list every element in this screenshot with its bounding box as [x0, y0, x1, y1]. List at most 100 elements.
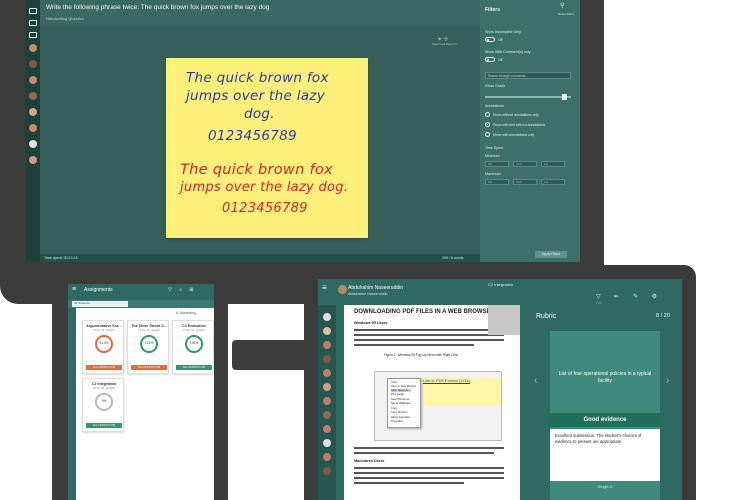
- student-avatar[interactable]: [29, 92, 37, 100]
- due-date-badge: Due 14/03/19 5 PM: [86, 423, 122, 428]
- text-line: [354, 334, 504, 336]
- reset-filters-button[interactable]: Reset filters: [558, 12, 574, 16]
- handwriting-line: jumps over the lazy dog.: [180, 180, 349, 195]
- student-avatar[interactable]: [323, 425, 331, 433]
- assignment-card[interactable]: C2 Evaluation 12 Apr 19 · English 100% D…: [172, 320, 214, 374]
- phone-filter-bar: All Students: [68, 300, 214, 308]
- student-subtitle: Abdulrahim Naseeruddin: [348, 292, 388, 296]
- handwriting-line: 0123456789: [222, 201, 308, 216]
- assignment-card[interactable]: The Silver Sword S... 12 Apr 19 · Englis…: [127, 320, 169, 374]
- max-hours-input[interactable]: h:h: [485, 179, 509, 185]
- menu-item[interactable]: Open in New Window: [391, 385, 416, 388]
- rubric-panel: Rubric 8 / 20 ‹ › List of four operation…: [526, 305, 682, 500]
- handwriting-line: dog.: [244, 106, 275, 122]
- chevron-left-icon[interactable]: ‹: [534, 375, 537, 386]
- phone-screen: ≡ Assignments ▽ ⌕ ⊞ All Students A: Asce…: [68, 284, 214, 500]
- min-seconds-input[interactable]: s:s: [541, 161, 565, 167]
- comments-search-input[interactable]: Search through comments...: [485, 72, 571, 79]
- rubric-level[interactable]: Good evidence: [550, 413, 660, 427]
- show-with-comments-toggle[interactable]: [485, 57, 495, 62]
- student-avatar[interactable]: [29, 108, 37, 116]
- menu-item[interactable]: Save Target As...: [391, 389, 411, 392]
- document-section-heading: Macintosh Users: [354, 459, 385, 463]
- max-minutes-input[interactable]: m:m: [513, 179, 537, 185]
- show-incomplete-label: Show Incomplete Only: [485, 30, 521, 34]
- menu-icon[interactable]: [29, 8, 37, 14]
- phone-device: ≡ Assignments ▽ ⌕ ⊞ All Students A: Asce…: [52, 274, 228, 500]
- due-date-badge: Due 14/03/19 5 PM: [176, 365, 212, 370]
- rubric-page-indicator: 8 / 20: [656, 313, 670, 319]
- student-avatar[interactable]: [323, 355, 331, 363]
- left-navigation-rail: [26, 0, 40, 262]
- handwriting-line: jumps over the lazy: [186, 88, 325, 104]
- question-prompt: Write the following phrase twice: The qu…: [46, 4, 270, 11]
- student-avatar[interactable]: [323, 467, 331, 475]
- menu-item[interactable]: Print Target: [391, 393, 404, 396]
- phone-rail: [68, 308, 76, 500]
- student-avatar[interactable]: [323, 397, 331, 405]
- criterion-description: List of four operational policies in a t…: [558, 371, 652, 384]
- student-avatar[interactable]: [323, 369, 331, 377]
- menu-item[interactable]: Copy Shortcut: [391, 411, 407, 414]
- text-line: [354, 452, 494, 454]
- sort-dropdown[interactable]: A: Ascending: [176, 311, 196, 315]
- hamburger-icon[interactable]: ≡: [72, 286, 76, 293]
- rubric-title: Rubric: [536, 313, 557, 320]
- menu-item[interactable]: Open: [391, 381, 397, 384]
- toggle-state: Off: [498, 58, 503, 62]
- min-minutes-input[interactable]: m:m: [513, 161, 537, 167]
- assignment-card[interactable]: C2 Integration 12 Apr 19 · English 0% Du…: [82, 378, 124, 432]
- menu-item[interactable]: Add to Favorites...: [391, 416, 412, 419]
- maximum-label: Maximum: [485, 172, 501, 176]
- hamburger-icon[interactable]: ≡: [322, 283, 327, 292]
- menu-item[interactable]: Save Picture As...: [391, 398, 411, 401]
- student-avatar[interactable]: [323, 327, 331, 335]
- student-avatar[interactable]: [323, 439, 331, 447]
- question-header: Write the following phrase twice: The qu…: [40, 0, 480, 26]
- student-avatar[interactable]: [29, 124, 37, 132]
- progress-ring: 71.1%: [140, 335, 158, 353]
- filters-title: Filters: [485, 7, 501, 13]
- annotations-radio[interactable]: [485, 132, 490, 137]
- card-subtitle: 12 Apr 19 · English: [93, 329, 115, 332]
- gloss-grade-slider[interactable]: [485, 96, 571, 98]
- figure-caption: Figure 1. Windows 95 Pop-Up Menu with Ri…: [384, 353, 459, 357]
- figure-screenshot: Link to PDF Format (121k) Open Open in N…: [374, 371, 502, 441]
- annotations-radio[interactable]: [485, 122, 490, 127]
- slider-handle[interactable]: [562, 94, 567, 100]
- text-line: [354, 344, 474, 346]
- assignment-card[interactable]: Argumentative Ess... 12 Apr 19 · English…: [82, 320, 124, 374]
- text-line: [354, 482, 464, 484]
- student-avatar[interactable]: [323, 453, 331, 461]
- card-title: C2 Evaluation: [182, 324, 206, 328]
- text-line: [354, 467, 504, 469]
- menu-item[interactable]: Set as Wallpaper: [391, 402, 411, 405]
- filter-icon[interactable]: ⚲: [560, 2, 564, 9]
- text-icon[interactable]: [29, 32, 37, 38]
- menu-item[interactable]: Copy: [391, 407, 397, 410]
- annotations-radio[interactable]: [485, 112, 490, 117]
- menu-item[interactable]: Properties: [391, 420, 403, 423]
- search-icon[interactable]: [323, 313, 331, 321]
- student-avatar[interactable]: [29, 140, 37, 148]
- pdf-link[interactable]: Link to PDF Format (121k): [423, 378, 470, 383]
- show-incomplete-toggle[interactable]: [485, 37, 495, 42]
- student-avatar[interactable]: [29, 156, 37, 164]
- max-seconds-input[interactable]: s:s: [541, 179, 565, 185]
- student-avatar[interactable]: [323, 341, 331, 349]
- student-avatar[interactable]: [29, 44, 37, 52]
- handwriting-line: The quick brown fox: [180, 162, 333, 178]
- student-avatar[interactable]: [323, 411, 331, 419]
- apply-filters-button[interactable]: Apply Filters: [535, 251, 567, 258]
- chevron-right-icon[interactable]: ›: [666, 375, 669, 386]
- toolbar-icons[interactable]: ▽ ⌕ ⊞: [168, 287, 197, 293]
- class-selector[interactable]: All Students: [72, 301, 128, 307]
- student-avatar[interactable]: [323, 383, 331, 391]
- student-avatar[interactable]: [29, 60, 37, 68]
- card-title: C2 Integration: [91, 382, 117, 386]
- status-bar: Time spent: 00:13:15 199 / 6 words: [40, 254, 480, 262]
- min-hours-input[interactable]: h:h: [485, 161, 509, 167]
- student-avatar[interactable]: [29, 76, 37, 84]
- text-line: [354, 339, 504, 341]
- search-icon[interactable]: [29, 20, 37, 26]
